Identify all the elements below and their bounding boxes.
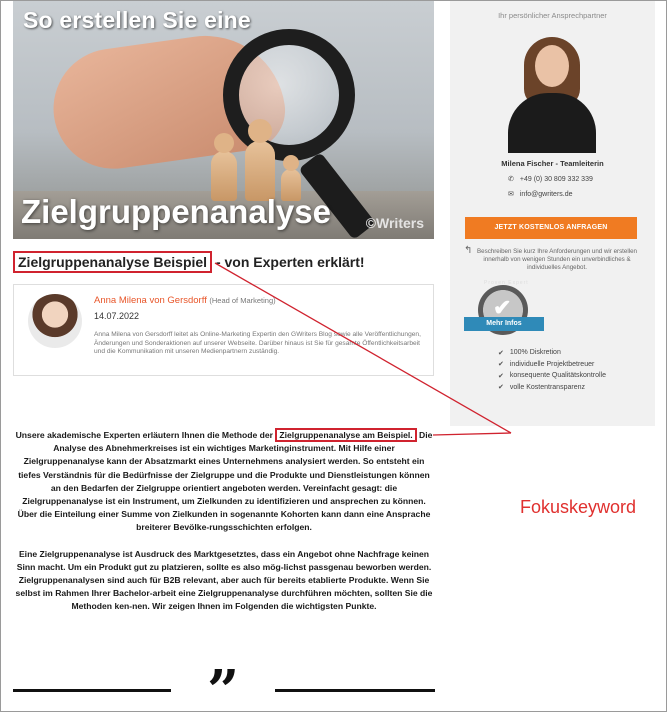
check-icon: ✔: [498, 349, 504, 357]
author-bio: Anna Milena von Gersdorff leitet als Onl…: [94, 331, 421, 356]
feature-item: ✔ individuelle Projektbetreuer: [498, 359, 606, 371]
author-card: Anna Milena von Gersdorff (Head of Marke…: [13, 284, 434, 376]
article-heading: Zielgruppenanalyse Beispiel - von Expert…: [13, 251, 365, 273]
author-avatar: [28, 294, 82, 348]
hero-subtitle: Zielgruppenanalyse: [21, 193, 331, 230]
body-paragraph-1: Unsere akademische Experten erläutern Ih…: [15, 428, 433, 535]
divider-right: [275, 689, 435, 692]
feature-item: ✔ konsequente Qualitätskontrolle: [498, 370, 606, 382]
contact-sidebar: Ihr persönlicher Ansprechpartner Milena …: [450, 1, 655, 426]
hero-brand-text: Writers: [376, 215, 424, 231]
magnifier-lens: [223, 29, 355, 161]
feature-text: volle Kostentransparenz: [509, 383, 585, 391]
author-name[interactable]: Anna Milena von Gersdorff: [94, 295, 207, 306]
quote-icon: ”: [207, 658, 240, 712]
p1-after: Die Analyse des Abnehmerkreises ist ein …: [17, 430, 433, 533]
contact-email[interactable]: ✉ info@gwriters.de: [508, 190, 573, 199]
contact-name: Milena Fischer - Teamleiterin: [501, 159, 604, 168]
contact-email-text: info@gwriters.de: [519, 190, 573, 198]
brand-mark-icon: ©: [365, 215, 377, 231]
check-icon: ✔: [498, 384, 504, 392]
article-body: Unsere akademische Experten erläutern Ih…: [15, 428, 433, 614]
wooden-figure: [245, 119, 275, 201]
hero-brand-logo: ©Writers: [366, 215, 424, 231]
proven-expert-badge[interactable]: ✔ Proven Expert Mehr Infos: [464, 280, 544, 345]
contact-photo: [502, 33, 602, 153]
sidebar-header: Ihr persönlicher Ansprechpartner: [498, 11, 607, 20]
author-date: 14.07.2022: [94, 311, 140, 321]
check-icon: ✔: [498, 372, 504, 380]
hero-title: So erstellen Sie eine: [23, 7, 251, 33]
request-button[interactable]: JETZT KOSTENLOS ANFRAGEN: [465, 217, 637, 239]
heading-keyword-highlight: Zielgruppenanalyse Beispiel: [13, 251, 213, 273]
mail-icon: ✉: [508, 191, 514, 198]
check-icon: ✔: [498, 361, 504, 369]
heading-rest: - von Experten erklärt!: [212, 254, 365, 270]
feature-item: ✔ 100% Diskretion: [498, 347, 606, 359]
phone-icon: ✆: [508, 176, 514, 183]
badge-ribbon: Mehr Infos: [464, 317, 544, 331]
body-keyword-highlight: Zielgruppenanalyse am Beispiel.: [275, 428, 417, 442]
annotation-label: Fokuskeyword: [520, 497, 637, 517]
author-role: (Head of Marketing): [209, 296, 276, 305]
author-name-line: Anna Milena von Gersdorff (Head of Marke…: [94, 295, 276, 306]
p1-before: Unsere akademische Experten erläutern Ih…: [15, 430, 276, 440]
feature-text: konsequente Qualitätskontrolle: [509, 372, 606, 380]
contact-phone[interactable]: ✆ +49 (0) 30 809 332 339: [508, 175, 593, 184]
feature-text: 100% Diskretion: [509, 349, 561, 357]
feature-item: ✔ volle Kostentransparenz: [498, 382, 606, 394]
divider-left: [13, 689, 171, 692]
badge-arc-text: Proven Expert: [484, 280, 529, 286]
sidebar-description: Beschreiben Sie kurz Ihre Anforderungen …: [477, 248, 637, 272]
curved-arrow-icon: ↰: [464, 245, 473, 256]
feature-text: individuelle Projektbetreuer: [509, 360, 595, 368]
body-paragraph-2: Eine Zielgruppenanalyse ist Ausdruck des…: [15, 548, 433, 612]
contact-phone-text: +49 (0) 30 809 332 339: [519, 175, 593, 183]
feature-list: ✔ 100% Diskretion ✔ individuelle Projektbe…: [498, 347, 606, 393]
annotation-line-body: [432, 432, 512, 436]
hero-image: So erstellen Sie eine Zielgruppenanalyse…: [13, 1, 434, 239]
